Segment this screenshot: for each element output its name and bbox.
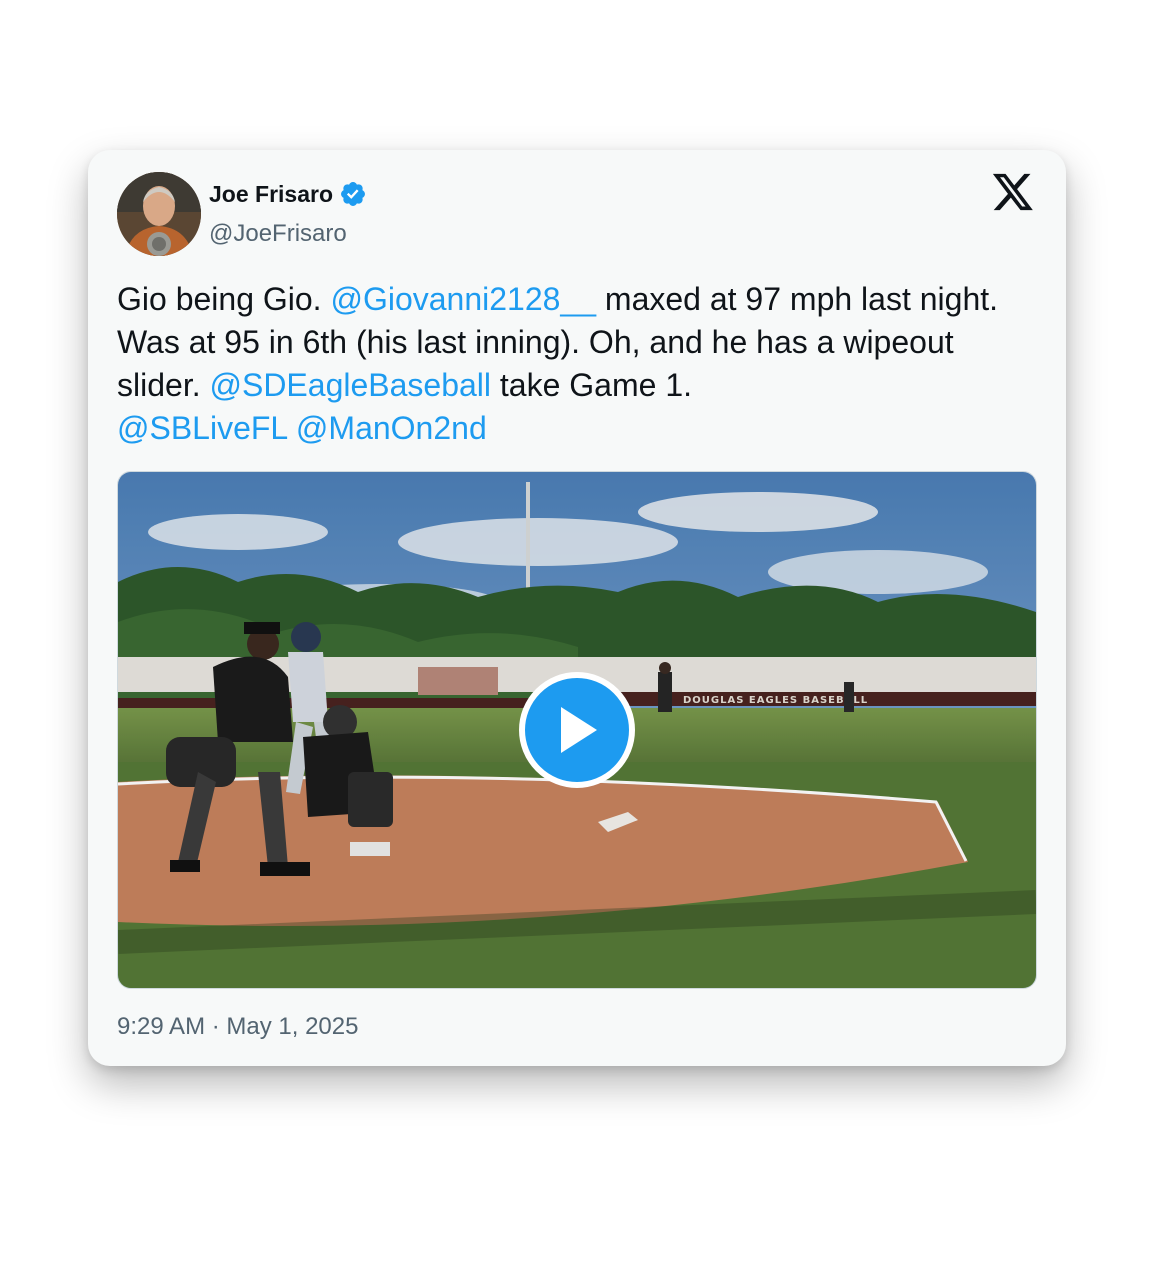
mention-link[interactable]: @Giovanni2128__ bbox=[330, 281, 596, 317]
tweet-text: Gio being Gio. @Giovanni2128__ maxed at … bbox=[117, 278, 1037, 450]
tweet-card: Joe Frisaro @JoeFrisaro Gio being Gio. @… bbox=[88, 150, 1066, 1066]
x-logo-icon[interactable] bbox=[991, 172, 1035, 212]
play-button[interactable] bbox=[519, 672, 635, 788]
verified-badge-icon bbox=[341, 182, 365, 206]
tweet-text-plain: take Game 1. bbox=[491, 367, 692, 403]
play-icon bbox=[561, 707, 597, 753]
video-thumbnail[interactable]: DOUGLAS EAGLES BASEBALL bbox=[117, 471, 1037, 989]
mention-link[interactable]: @ManOn2nd bbox=[296, 410, 487, 446]
mention-link[interactable]: @SBLiveFL bbox=[117, 410, 287, 446]
author-name-row[interactable]: Joe Frisaro bbox=[209, 180, 367, 208]
tweet-timestamp[interactable]: 9:29 AM · May 1, 2025 bbox=[117, 1013, 358, 1041]
tweet-text-plain: Gio being Gio. bbox=[117, 281, 331, 317]
author-handle[interactable]: @JoeFrisaro bbox=[209, 220, 347, 248]
avatar[interactable] bbox=[117, 172, 201, 256]
mention-link[interactable]: @SDEagleBaseball bbox=[209, 367, 491, 403]
author-name[interactable]: Joe Frisaro bbox=[209, 181, 333, 208]
tweet-text-plain bbox=[287, 410, 296, 446]
avatar-image bbox=[117, 172, 201, 256]
